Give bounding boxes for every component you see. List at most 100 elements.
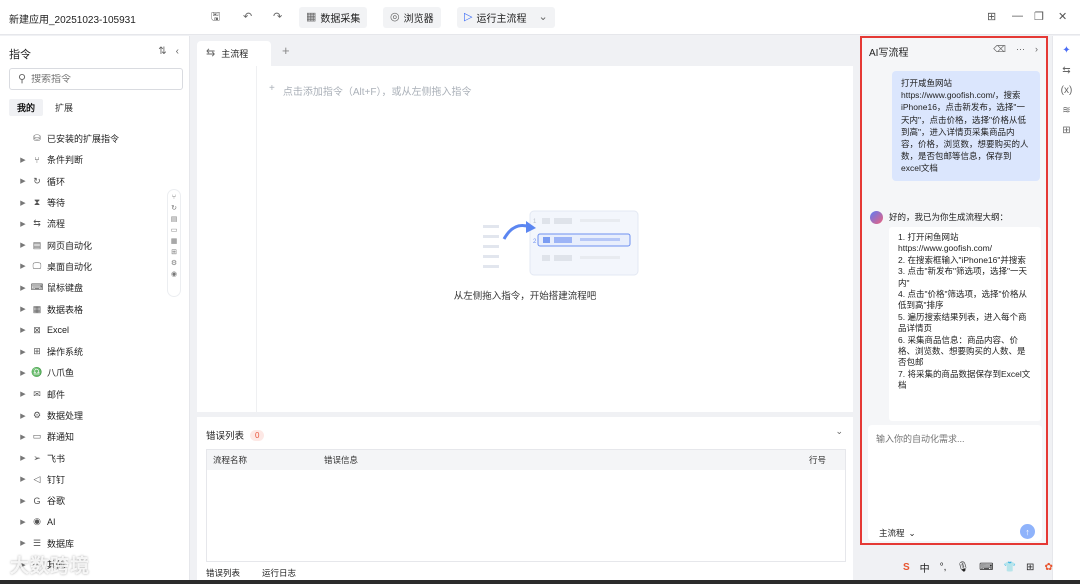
undo-button[interactable]: ↶ [236, 7, 259, 28]
expand-arrow-icon[interactable]: ▶ [16, 220, 30, 228]
tree-item-wait[interactable]: ▶ ⧗ 等待 [0, 192, 170, 213]
branch-icon: ⑂ [34, 154, 40, 165]
flow-editor: ⇆ 主流程 + + 点击添加指令（Alt+F），或从左侧拖入指令 1 2 从左侧… [197, 36, 853, 584]
expand-arrow-icon[interactable]: ▶ [16, 433, 30, 441]
grid-icon[interactable]: ⊞ [987, 10, 996, 23]
tree-item-os[interactable]: ▶ ⊞ 操作系统 [0, 341, 170, 362]
layers-icon[interactable]: ≋ [1062, 105, 1070, 116]
tree-item-excel[interactable]: ▶ ⊠ Excel [0, 320, 170, 341]
minimize-icon[interactable]: — [1012, 10, 1023, 22]
tree-item-data-table[interactable]: ▶ ▦ 数据表格 [0, 298, 170, 319]
data-process-icon[interactable]: ⚙ [171, 259, 177, 267]
browser-button[interactable]: ◎ 浏览器 [383, 7, 441, 28]
apps-icon[interactable]: ⊞ [1026, 562, 1034, 573]
tree-item-mouse-keyboard[interactable]: ▶ ⌨ 鼠标键盘 [0, 277, 170, 298]
tree-item-data-processing[interactable]: ▶ ⚙ 数据处理 [0, 405, 170, 426]
tree-item-ai[interactable]: ▶ ◉ AI [0, 511, 170, 532]
redo-button[interactable]: ↷ [266, 7, 289, 28]
expand-arrow-icon[interactable]: ▶ [16, 262, 30, 270]
expand-arrow-icon[interactable]: ▶ [16, 199, 30, 207]
tree-item-octopus[interactable]: ▶ ♎ 八爪鱼 [0, 362, 170, 383]
flow-select[interactable]: 主流程 ⌄ [879, 527, 916, 539]
expand-arrow-icon[interactable]: ▶ [16, 369, 30, 377]
tree-item-flow[interactable]: ▶ ⇆ 流程 [0, 213, 170, 234]
expand-arrow-icon[interactable]: ▶ [16, 497, 30, 505]
collapse-icon[interactable]: ‹ [176, 46, 179, 57]
tree-item-condition[interactable]: ▶ ⑂ 条件判断 [0, 149, 170, 170]
tab-main-flow[interactable]: ⇆ 主流程 [197, 41, 271, 66]
tree-item-installed[interactable]: ⛁ 已安装的扩展指令 [0, 128, 170, 149]
send-button[interactable]: ↑ [1020, 524, 1035, 539]
monitor-icon[interactable]: ▭ [171, 226, 178, 234]
ai-sparkle-icon[interactable]: ✦ [1062, 45, 1070, 56]
components-icon[interactable]: ⊞ [1062, 125, 1070, 136]
expand-arrow-icon[interactable]: ▶ [16, 539, 30, 547]
expand-arrow-icon[interactable]: ▶ [16, 241, 30, 249]
tree-item-dingtalk[interactable]: ▶ ◁ 钉钉 [0, 469, 170, 490]
keyboard-icon: ⌨ [30, 282, 44, 293]
ai-icon[interactable]: ◉ [171, 270, 177, 278]
search-input[interactable] [31, 73, 172, 85]
tree-item-mail[interactable]: ▶ ✉ 邮件 [0, 384, 170, 405]
tree-item-google[interactable]: ▶ G 谷歌 [0, 490, 170, 511]
expand-arrow-icon[interactable]: ▶ [16, 518, 30, 526]
table-icon[interactable]: ▦ [171, 237, 178, 245]
expand-arrow-icon[interactable]: ▶ [16, 475, 30, 483]
tab-extensions[interactable]: 扩展 [47, 99, 81, 116]
expand-arrow-icon[interactable]: ▶ [16, 305, 30, 313]
add-command-hint[interactable]: + 点击添加指令（Alt+F），或从左侧拖入指令 [269, 83, 471, 98]
sort-icon[interactable]: ⇅ [158, 46, 166, 57]
microphone-icon[interactable]: 🎙 [956, 562, 969, 573]
apps-icon[interactable]: ⊞ [171, 248, 177, 256]
sogou-icon[interactable]: S [903, 562, 910, 573]
expand-arrow-icon[interactable]: ▶ [16, 156, 30, 164]
tree-item-feishu[interactable]: ▶ ➢ 飞书 [0, 447, 170, 468]
command-sidebar: 指令 ⇅ ‹ ⚲ 我的 扩展 ⛁已安装的扩展指令 ▶⑂条件判断 ▶↻循环 ▶⧗等… [0, 36, 190, 584]
expand-arrow-icon[interactable]: ▶ [16, 348, 30, 356]
skin-icon[interactable]: 👕 [1004, 562, 1016, 573]
tree-item-loop[interactable]: ▶ ↻ 循环 [0, 171, 170, 192]
flow-canvas[interactable]: + 点击添加指令（Alt+F），或从左侧拖入指令 1 2 从左侧拖入指令，开始搭… [197, 66, 853, 412]
tree-item-desktop-automation[interactable]: ▶ 🖵 桌面自动化 [0, 256, 170, 277]
chevron-down-icon[interactable]: ⌄ [538, 12, 547, 23]
webpage-icon[interactable]: ▤ [171, 215, 178, 223]
expand-arrow-icon[interactable]: ▶ [16, 390, 30, 398]
variable-icon[interactable]: (x) [1061, 85, 1073, 96]
webpage-icon: ▤ [32, 239, 42, 250]
ai-prompt-input[interactable] [876, 432, 1034, 492]
data-collect-button[interactable]: ▦ 数据采集 [299, 7, 368, 28]
tree-item-label: 飞书 [47, 453, 66, 464]
tab-mine[interactable]: 我的 [9, 99, 44, 116]
loop-icon[interactable]: ↻ [171, 204, 177, 212]
close-icon[interactable]: ✕ [1058, 10, 1067, 23]
more-icon[interactable]: ⋯ [1016, 44, 1025, 55]
branch-icon[interactable]: ⑂ [172, 194, 176, 201]
run-main-button[interactable]: ▷ 运行主流程 ⌄ [457, 7, 555, 28]
gamepad-icon[interactable]: ✿ [1044, 562, 1052, 573]
category-rail: ⑂ ↻ ▤ ▭ ▦ ⊞ ⚙ ◉ [167, 189, 181, 297]
expand-arrow-icon[interactable]: ▶ [16, 412, 30, 420]
ime-label[interactable]: 中 [920, 560, 930, 575]
expand-arrow-icon[interactable]: ▶ [16, 177, 30, 185]
expand-arrow-icon[interactable]: ▶ [16, 326, 30, 334]
ai-panel-title: AI写流程 [869, 48, 909, 59]
chevron-right-icon[interactable]: › [1035, 44, 1038, 55]
expand-arrow-icon[interactable]: ▶ [16, 284, 30, 292]
add-tab-icon[interactable]: + [282, 43, 290, 58]
plus-icon: + [269, 83, 275, 94]
keyboard-icon[interactable]: ⌨ [979, 562, 993, 573]
browser-label: 浏览器 [403, 14, 434, 25]
expand-arrow-icon[interactable]: ▶ [16, 454, 30, 462]
ai-input-area: 主流程 ⌄ ↑ [868, 425, 1042, 541]
flow-icon[interactable]: ⇆ [1062, 65, 1070, 76]
chevron-down-icon[interactable]: ⌄ [835, 426, 843, 437]
tree-item-web-automation[interactable]: ▶ ▤ 网页自动化 [0, 234, 170, 255]
title-bar: 新建应用_20251023-105931 🖫 ↶ ↷ ▦ 数据采集 ◎ 浏览器 … [0, 0, 1080, 35]
clear-icon[interactable]: ⌫ [993, 44, 1006, 55]
punctuation-icon[interactable]: °, [940, 562, 947, 573]
tab-main-label: 主流程 [221, 49, 249, 59]
command-search[interactable]: ⚲ [9, 68, 183, 90]
restore-icon[interactable]: ❐ [1034, 10, 1044, 23]
save-button[interactable]: 🖫 [204, 7, 227, 28]
tree-item-group-notify[interactable]: ▶ ▭ 群通知 [0, 426, 170, 447]
